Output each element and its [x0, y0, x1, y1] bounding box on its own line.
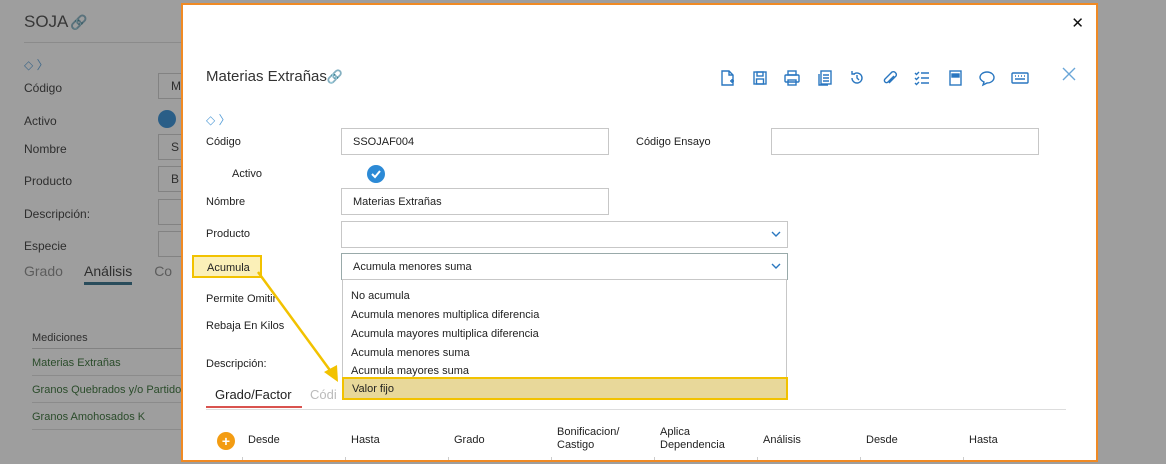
active-tab-indicator	[206, 406, 302, 408]
label-permite-omitir: Permite Omitir	[206, 293, 277, 305]
column-header: Desde	[866, 434, 898, 446]
tab-grado-factor[interactable]: Grado/Factor	[215, 387, 292, 402]
column-divider	[654, 457, 655, 460]
column-header: Bonificacion/ Castigo	[557, 426, 620, 451]
modal-dialog: ✕ Materias Extrañas🔗 ◇ 〉 Código SSOJAF00…	[181, 3, 1098, 462]
column-divider	[757, 457, 758, 460]
column-divider	[551, 457, 552, 460]
producto-select[interactable]	[341, 221, 788, 248]
activo-checkbox[interactable]	[367, 165, 385, 183]
print-icon[interactable]	[776, 67, 809, 89]
column-divider	[963, 457, 964, 460]
grid-header: + Desde Hasta Grado Bonificacion/ Castig…	[212, 423, 1012, 460]
acumula-dropdown-list: No acumula Acumula menores multiplica di…	[342, 279, 788, 400]
column-header: Análisis	[763, 434, 801, 446]
add-icon[interactable]: +	[217, 432, 235, 450]
dropdown-option[interactable]: Acumula menores suma	[351, 347, 470, 359]
toolbar	[711, 67, 1036, 89]
label-producto: Producto	[206, 228, 251, 240]
tab-codigo[interactable]: Códi	[310, 387, 337, 402]
acumula-select[interactable]: Acumula menores suma	[341, 253, 788, 280]
column-header: Grado	[454, 434, 485, 446]
label-descripcion: Descripción:	[206, 358, 267, 370]
dropdown-option[interactable]: Acumula menores multiplica diferencia	[351, 309, 539, 321]
save-icon[interactable]	[744, 67, 777, 89]
column-header: Desde	[248, 434, 280, 446]
label-nombre: Nómbre	[206, 196, 246, 208]
keyboard-icon[interactable]	[1004, 67, 1037, 89]
new-document-icon[interactable]	[711, 67, 744, 89]
column-header: Hasta	[351, 434, 380, 446]
label-activo: Activo	[232, 168, 262, 180]
attach-icon[interactable]	[874, 67, 907, 89]
close-icon[interactable]: ✕	[1071, 14, 1084, 32]
page-title: Materias Extrañas🔗	[206, 68, 344, 85]
column-divider	[242, 457, 243, 460]
codigo-ensayo-input[interactable]	[771, 128, 1039, 155]
comment-icon[interactable]	[971, 67, 1004, 89]
dropdown-option[interactable]: Acumula mayores multiplica diferencia	[351, 328, 539, 340]
column-header: Hasta	[969, 434, 998, 446]
dropdown-option[interactable]: Acumula mayores suma	[351, 365, 469, 377]
chevron-down-icon	[771, 263, 781, 269]
column-divider	[860, 457, 861, 460]
label-codigo: Código	[206, 136, 241, 148]
history-icon[interactable]	[841, 67, 874, 89]
column-divider	[345, 457, 346, 460]
acumula-label-highlight: Acumula	[192, 255, 262, 278]
detail-tabs: Grado/Factor Códi	[206, 384, 1066, 410]
column-header: Aplica Dependencia	[660, 426, 725, 451]
label-rebaja-kilos: Rebaja En Kilos	[206, 320, 285, 332]
codigo-input[interactable]: SSOJAF004	[341, 128, 609, 155]
column-divider	[448, 457, 449, 460]
chevron-down-icon	[771, 231, 781, 237]
tag-icon[interactable]: ◇ 〉	[206, 111, 231, 128]
book-icon[interactable]	[939, 67, 972, 89]
checklist-icon[interactable]	[906, 67, 939, 89]
label-codigo-ensayo: Código Ensayo	[636, 136, 711, 148]
dropdown-option[interactable]: No acumula	[351, 290, 410, 302]
link-icon[interactable]: 🔗	[327, 69, 343, 84]
close-icon[interactable]	[1062, 67, 1076, 86]
copy-icon[interactable]	[809, 67, 842, 89]
nombre-input[interactable]: Materias Extrañas	[341, 188, 609, 215]
